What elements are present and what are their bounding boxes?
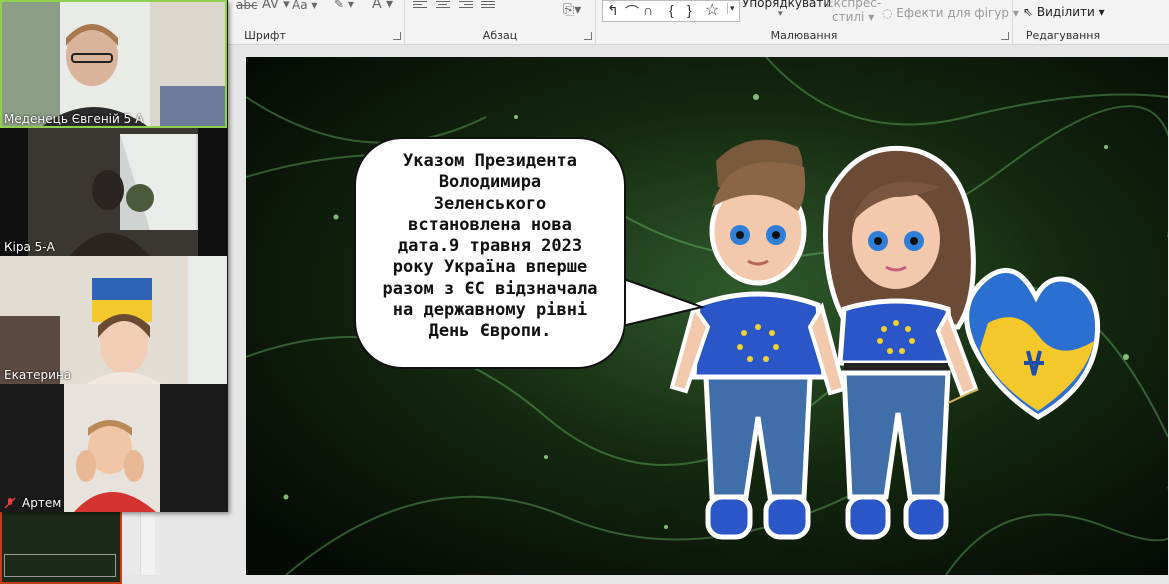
freeform-icon[interactable]: ↰ [607, 2, 619, 19]
video-gallery: Меденець Євгеній 5 А Кіра 5-А Екатерина [0, 0, 228, 512]
paragraph-dialog-launcher-icon[interactable] [584, 32, 592, 40]
bubble-line: Указом Президента [403, 151, 577, 171]
brace-left-icon[interactable]: { [669, 2, 674, 18]
font-color-button[interactable]: A ▾ [372, 0, 393, 12]
star-icon[interactable]: ☆ [705, 0, 719, 20]
shape-effects-button[interactable]: ◌ Ефекти для фігур ▾ [882, 6, 1019, 20]
speech-bubble[interactable]: Указом Президента Володимира Зеленського… [354, 137, 626, 369]
font-dialog-launcher-icon[interactable] [393, 32, 401, 40]
change-case-button[interactable]: Aa ▾ [292, 0, 317, 12]
align-center-icon[interactable] [436, 1, 450, 11]
align-right-icon[interactable] [459, 1, 473, 11]
align-left-icon[interactable] [413, 1, 427, 11]
microphone-muted-icon [4, 497, 16, 509]
video-tile[interactable]: Артем [0, 384, 227, 512]
quick-styles-button[interactable]: Експрес- [826, 0, 881, 10]
bubble-line: Володимира [438, 172, 542, 193]
highlight-icon[interactable]: ✎ ▾ [334, 0, 354, 11]
curve-icon[interactable]: ∩ [643, 2, 653, 18]
drawing-group-label: Малювання [770, 29, 838, 42]
arrange-label: Упорядкувати [742, 0, 832, 10]
editing-group: ⇖ Виділити ▾ Редагування [1013, 0, 1113, 44]
participant-name: Кіра 5-А [4, 240, 55, 254]
participant-video [0, 256, 227, 384]
shapes-gallery[interactable]: ↰ ⌒ ∩ { } ☆ ▾ [602, 0, 740, 22]
speech-bubble-text: Указом Президента Володимира Зеленського… [364, 151, 616, 343]
editing-group-label: Редагування [1025, 29, 1101, 42]
shape-effects-label: Ефекти для фігур [896, 6, 1009, 20]
select-label: Виділити [1036, 5, 1095, 19]
participant-name: Артем [22, 496, 62, 510]
gallery-more-icon[interactable]: ▾ [727, 3, 735, 14]
arrange-button[interactable]: Упорядкувати [742, 0, 831, 10]
bubble-line: дата.9 травня 2023 [397, 236, 583, 257]
video-tile[interactable]: Кіра 5-А [0, 128, 227, 256]
participant-name: Меденець Євгеній 5 А [4, 112, 144, 126]
font-group-label: Шрифт [244, 29, 286, 42]
char-spacing-button[interactable]: AV ▾ [262, 0, 290, 12]
strikethrough-button[interactable]: abc [236, 0, 258, 12]
select-button[interactable]: ⇖ Виділити ▾ [1023, 5, 1105, 19]
slide-thumbnail[interactable] [4, 554, 116, 577]
paragraph-group: ⎘▾ Абзац [405, 0, 596, 44]
drawing-group: ↰ ⌒ ∩ { } ☆ ▾ Упорядкувати ▾ Експрес- ст… [596, 0, 1019, 44]
participant-video [0, 384, 227, 512]
change-case-label: Aa [292, 0, 308, 12]
boy-figure [669, 139, 847, 540]
bubble-line: Зеленського [433, 193, 547, 214]
bubble-line: разом з ЄС відзначала [382, 278, 598, 299]
bubble-line: року Україна вперше [392, 257, 588, 278]
arc-icon[interactable]: ⌒ [625, 2, 639, 22]
kids-illustration [669, 139, 1101, 540]
quick-styles-label-2: стилі [832, 10, 865, 24]
slide-canvas[interactable]: Указом Президента Володимира Зеленського… [246, 57, 1168, 575]
bubble-line: на державному рівні [392, 300, 588, 321]
participant-video [0, 128, 227, 256]
participant-video [0, 0, 227, 128]
paragraph-group-label: Абзац [482, 29, 518, 42]
justify-icon[interactable] [481, 1, 495, 11]
girl-figure [823, 145, 979, 540]
bubble-line: День Європи. [428, 321, 552, 342]
quick-styles-line2: стилі ▾ [832, 10, 875, 24]
video-tile[interactable]: Екатерина [0, 256, 227, 384]
bubble-line: встановлена нова [408, 214, 572, 235]
convert-smartart-icon[interactable]: ⎘▾ [563, 2, 581, 18]
brace-right-icon[interactable]: } [687, 2, 692, 18]
participant-name: Екатерина [4, 368, 72, 382]
quick-styles-label-1: Експрес- [826, 0, 882, 10]
video-tile[interactable]: Меденець Євгеній 5 А [0, 0, 227, 128]
arrange-chevron-down-icon: ▾ [778, 9, 783, 19]
speech-bubble-tail [616, 275, 706, 329]
drawing-dialog-launcher-icon[interactable] [1001, 32, 1009, 40]
